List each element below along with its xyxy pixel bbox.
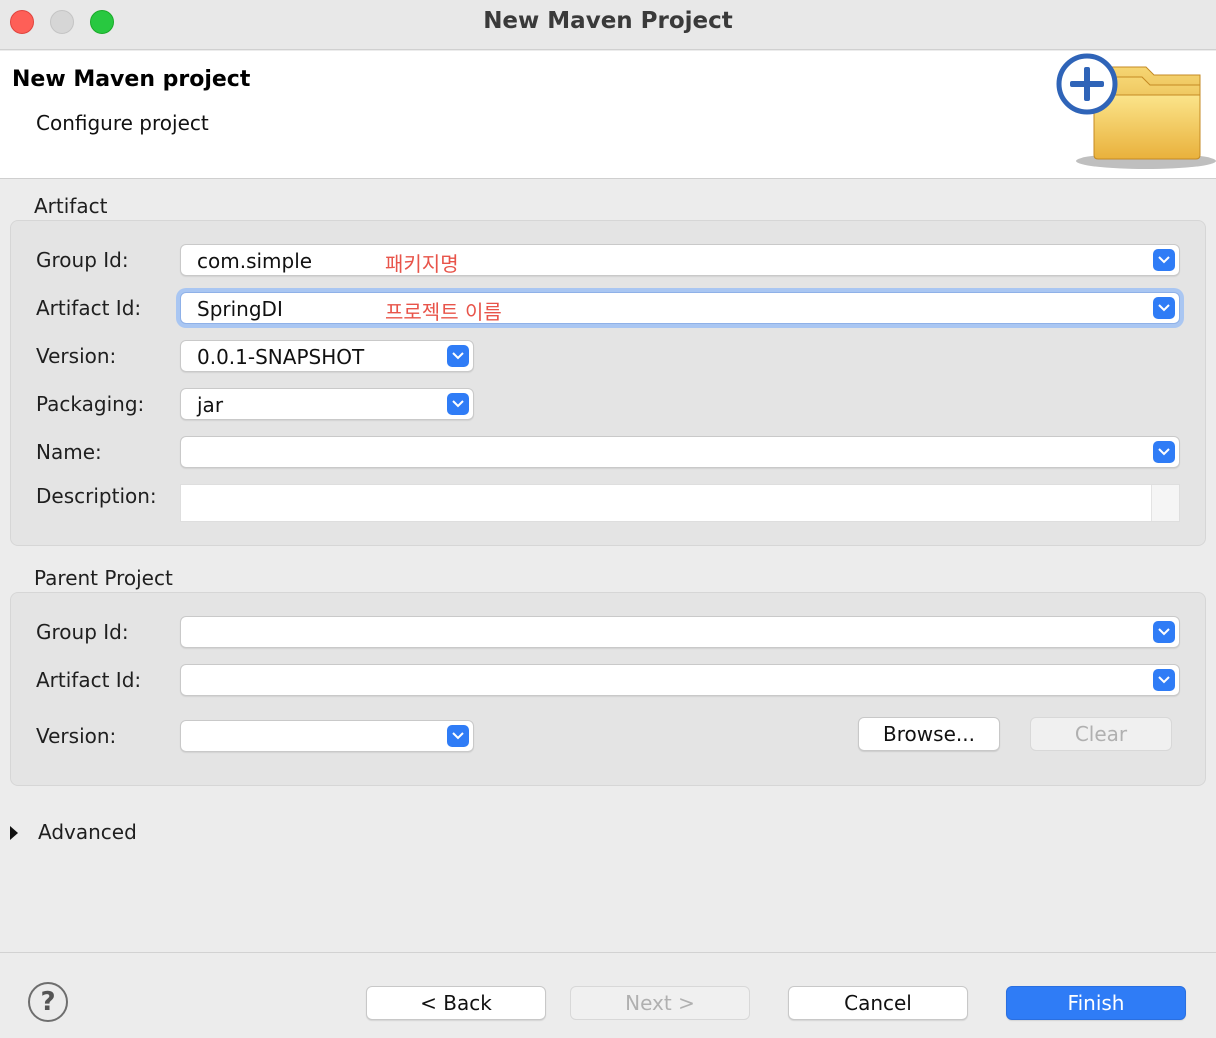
chevron-down-icon[interactable] [447, 393, 469, 415]
chevron-down-icon[interactable] [1153, 297, 1175, 319]
clear-button[interactable]: Clear [1030, 717, 1172, 751]
packaging-combo[interactable]: jar [180, 388, 474, 420]
description-label: Description: [36, 484, 157, 508]
window-title: New Maven Project [483, 8, 733, 34]
back-button[interactable]: < Back [366, 986, 546, 1020]
description-scrollbar[interactable] [1151, 485, 1179, 521]
artifact-group-label: Artifact [34, 194, 108, 218]
next-button[interactable]: Next > [570, 986, 750, 1020]
finish-button[interactable]: Finish [1006, 986, 1186, 1020]
parent-artifact-id-combo[interactable] [180, 664, 1180, 696]
help-icon[interactable]: ? [28, 982, 68, 1022]
group-id-annotation: 패키지명 [385, 252, 459, 276]
packaging-label: Packaging: [36, 392, 145, 416]
artifact-id-value: SpringDI [197, 297, 283, 321]
parent-artifact-id-label: Artifact Id: [36, 668, 142, 692]
chevron-down-icon[interactable] [1153, 621, 1175, 643]
group-id-label: Group Id: [36, 248, 129, 272]
name-label: Name: [36, 440, 102, 464]
wizard-title: New Maven project [12, 67, 251, 92]
footer-divider [0, 952, 1216, 953]
version-value: 0.0.1-SNAPSHOT [197, 345, 365, 369]
browse-button[interactable]: Browse... [858, 717, 1000, 751]
parent-group-id-combo[interactable] [180, 616, 1180, 648]
chevron-down-icon[interactable] [447, 725, 469, 747]
group-id-value: com.simple [197, 249, 313, 273]
disclosure-triangle-icon[interactable] [10, 826, 18, 840]
parent-group-label: Parent Project [34, 566, 173, 590]
artifact-id-label: Artifact Id: [36, 296, 142, 320]
parent-version-label: Version: [36, 724, 117, 748]
parent-group-id-label: Group Id: [36, 620, 129, 644]
cancel-button[interactable]: Cancel [788, 986, 968, 1020]
artifact-id-combo[interactable]: SpringDI 프로젝트 이름 [180, 292, 1180, 324]
description-textarea[interactable] [180, 484, 1180, 522]
chevron-down-icon[interactable] [1153, 441, 1175, 463]
parent-version-combo[interactable] [180, 720, 474, 752]
chevron-down-icon[interactable] [1153, 249, 1175, 271]
artifact-id-annotation: 프로젝트 이름 [385, 300, 502, 324]
packaging-value: jar [197, 393, 224, 417]
advanced-label[interactable]: Advanced [38, 820, 137, 844]
chevron-down-icon[interactable] [1153, 669, 1175, 691]
version-label: Version: [36, 344, 117, 368]
title-bar: New Maven Project [0, 0, 1216, 50]
version-combo[interactable]: 0.0.1-SNAPSHOT [180, 340, 474, 372]
name-combo[interactable] [180, 436, 1180, 468]
group-id-combo[interactable]: com.simple 패키지명 [180, 244, 1180, 276]
chevron-down-icon[interactable] [447, 345, 469, 367]
wizard-subtitle: Configure project [36, 111, 209, 135]
new-maven-folder-icon [1056, 53, 1216, 169]
wizard-banner: New Maven project Configure project [0, 51, 1216, 179]
